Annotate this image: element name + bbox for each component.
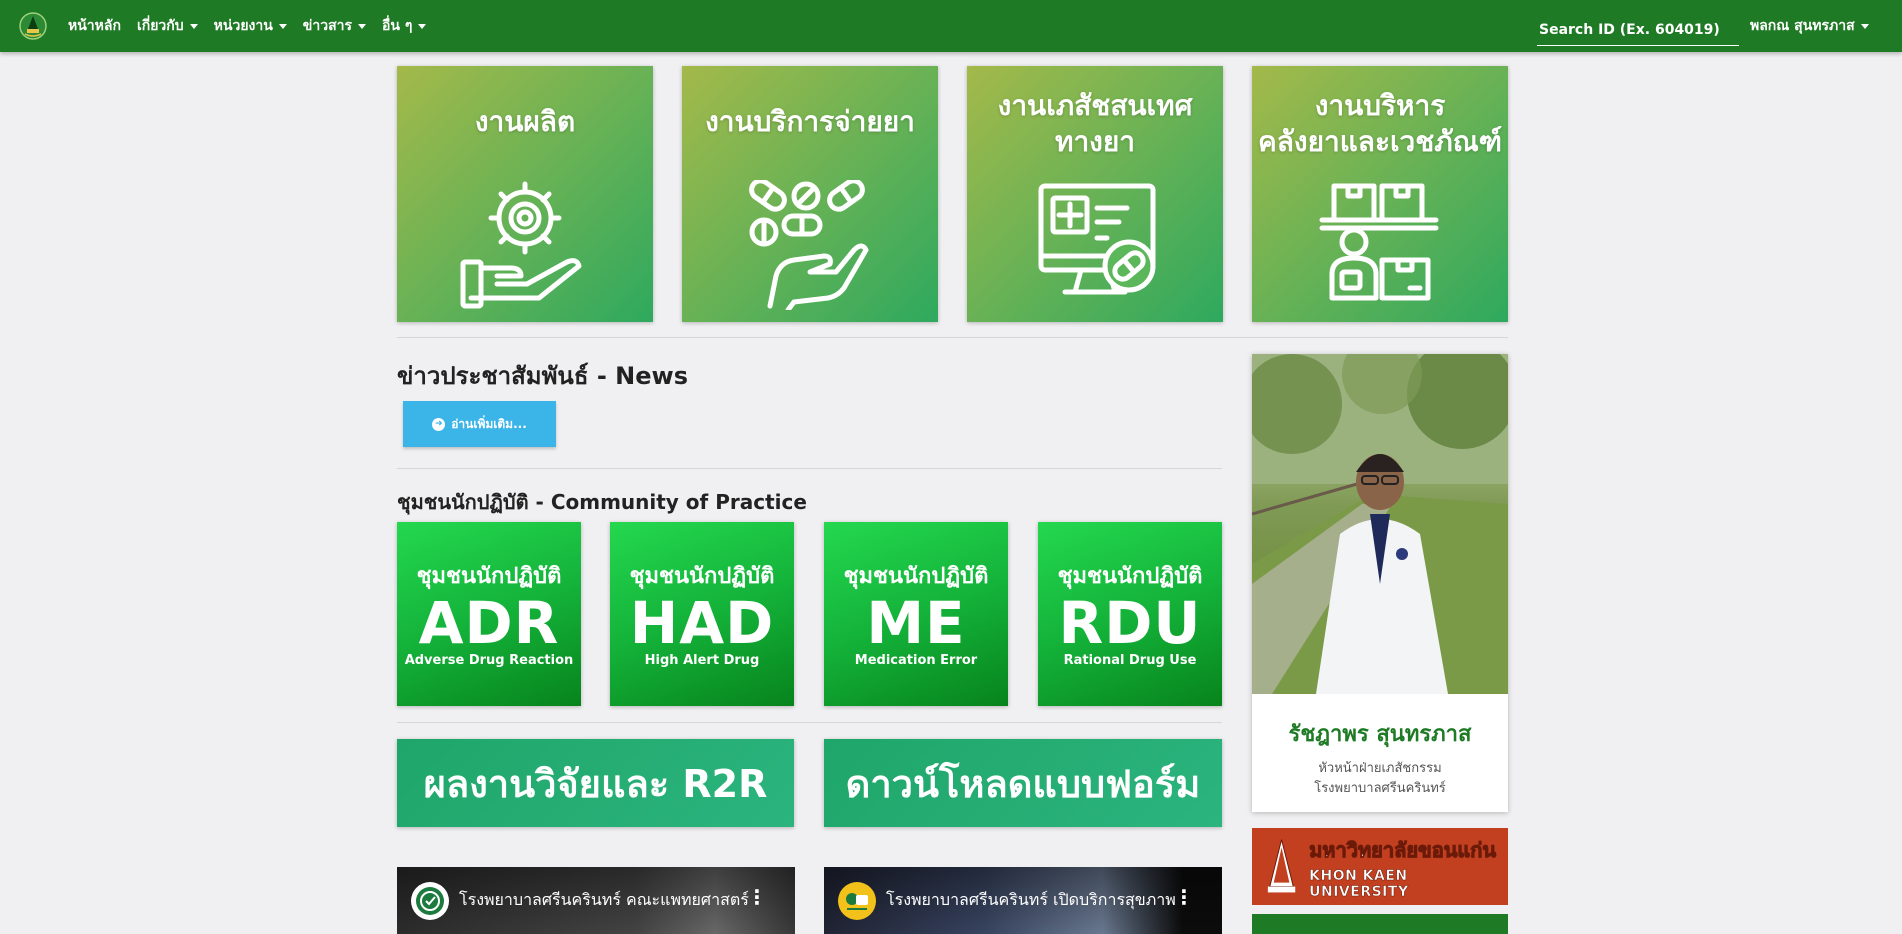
cop-tile-me[interactable]: ชุมชนนักปฏิบัติ ME Medication Error xyxy=(824,522,1008,706)
profile-card: รัชฎาพร สุนทรภาส หัวหน้าฝ่ายเภสัชกรรม โร… xyxy=(1252,354,1508,812)
research-r2r-banner[interactable]: ผลงานวิจัยและ R2R xyxy=(397,739,794,827)
dept-title: งานบริการจ่ายยา xyxy=(705,105,915,138)
hospital-emblem-icon[interactable] xyxy=(16,9,50,43)
hospital-logo-icon[interactable] xyxy=(411,881,449,920)
kku-banner[interactable]: มหาวิทยาลัยขอนแก่น KHON KAEN UNIVERSITY xyxy=(1252,828,1508,905)
profile-name: รัชฎาพร สุนทรภาส xyxy=(1288,722,1472,747)
divider xyxy=(397,468,1222,469)
kku-english-name: KHON KAEN UNIVERSITY xyxy=(1309,867,1409,900)
cop-top-label: ชุมชนนักปฏิบัติ xyxy=(1057,564,1203,589)
kku-text: มหาวิทยาลัยขอนแก่น KHON KAEN UNIVERSITY xyxy=(1309,834,1508,900)
dept-tile-dispensing[interactable]: งานบริการจ่ายยา xyxy=(682,66,938,322)
chevron-down-icon xyxy=(418,23,427,29)
read-more-label: อ่านเพิ่มเติม... xyxy=(451,416,527,431)
kku-emblem-icon xyxy=(1267,838,1296,892)
dept-title-line2: ทางยา xyxy=(1055,125,1135,158)
channel-avatar-icon[interactable] xyxy=(838,881,876,920)
divider xyxy=(397,722,1222,723)
dept-title-line1: งานบริหาร xyxy=(1314,89,1446,122)
nav-home[interactable]: หน้าหลัก xyxy=(68,15,121,37)
profile-role: หัวหน้าฝ่ายเภสัชกรรม โรงพยาบาลศรีนครินทร… xyxy=(1252,759,1508,799)
chevron-down-icon xyxy=(189,23,198,29)
nav-about[interactable]: เกี่ยวกับ xyxy=(137,15,198,37)
nav-units-label: หน่วยงาน xyxy=(213,18,273,34)
nav-units[interactable]: หน่วยงาน xyxy=(214,15,287,37)
nav-news-label: ข่าวสาร xyxy=(302,18,353,34)
search-input[interactable] xyxy=(1537,14,1739,46)
dept-title-line2: คลังยาและเวชภัณฑ์ xyxy=(1258,125,1502,158)
cop-code: HAD xyxy=(629,589,775,657)
cop-subtitle: Adverse Drug Reaction xyxy=(404,653,574,668)
dept-title: งานผลิต xyxy=(474,105,576,138)
video-title[interactable]: โรงพยาบาลศรีนครินทร์ คณะแพทยศาสตร์ xyxy=(459,888,759,913)
divider xyxy=(397,337,1508,338)
top-navbar: หน้าหลัก เกี่ยวกับ หน่วยงาน ข่าวสาร อื่น… xyxy=(0,0,1902,52)
kku-thai-name: มหาวิทยาลัยขอนแก่น xyxy=(1309,837,1497,862)
nav-home-label: หน้าหลัก xyxy=(68,18,121,34)
profile-photo xyxy=(1252,354,1508,694)
arrow-right-circle-icon: ➜ xyxy=(432,417,446,431)
cop-top-label: ชุมชนนักปฏิบัติ xyxy=(629,564,775,589)
nav-news[interactable]: ข่าวสาร xyxy=(302,15,367,37)
profile-role-line1: หัวหน้าฝ่ายเภสัชกรรม xyxy=(1318,761,1442,776)
video-embed[interactable]: โรงพยาบาลศรีนครินทร์ เปิดบริการสุขภาพ ⋮ xyxy=(824,867,1222,934)
more-options-icon[interactable]: ⋮ xyxy=(747,885,767,909)
partner-banner[interactable] xyxy=(1252,914,1508,934)
dept-title: งานเภสัชสนเทศ ทางยา xyxy=(998,88,1193,160)
dept-tile-drug-information[interactable]: งานเภสัชสนเทศ ทางยา xyxy=(967,66,1223,322)
research-banner-label: ผลงานวิจัยและ R2R xyxy=(423,761,768,806)
gear-hand-icon xyxy=(460,181,582,309)
community-section-title: ชุมชนนักปฏิบัติ - Community of Practice xyxy=(397,490,807,514)
medical-computer-icon xyxy=(1038,183,1156,295)
dept-title: งานบริหาร คลังยาและเวชภัณฑ์ xyxy=(1258,88,1502,160)
nav-about-label: เกี่ยวกับ xyxy=(136,18,184,34)
video-title[interactable]: โรงพยาบาลศรีนครินทร์ เปิดบริการสุขภาพ xyxy=(886,888,1186,913)
download-forms-banner[interactable]: ดาวน์โหลดแบบฟอร์ม xyxy=(824,739,1222,827)
warehouse-worker-icon xyxy=(1319,183,1439,301)
cop-tile-rdu[interactable]: ชุมชนนักปฏิบัติ RDU Rational Drug Use xyxy=(1038,522,1222,706)
more-options-icon[interactable]: ⋮ xyxy=(1174,885,1194,909)
profile-role-line2: โรงพยาบาลศรีนครินทร์ xyxy=(1314,781,1446,796)
cop-tile-adr[interactable]: ชุมชนนักปฏิบัติ ADR Adverse Drug Reactio… xyxy=(397,522,581,706)
video-embed[interactable]: โรงพยาบาลศรีนครินทร์ คณะแพทยศาสตร์ ⋮ xyxy=(397,867,795,934)
nav-others[interactable]: อื่น ๆ xyxy=(382,15,427,37)
pills-hand-icon xyxy=(749,180,869,310)
chevron-down-icon xyxy=(358,23,367,29)
cop-top-label: ชุมชนนักปฏิบัติ xyxy=(843,564,989,589)
chevron-down-icon xyxy=(278,23,287,29)
user-name: พลกณ สุนทรภาส xyxy=(1750,18,1855,34)
cop-code: ADR xyxy=(418,589,560,657)
read-more-button[interactable]: ➜ อ่านเพิ่มเติม... xyxy=(403,401,556,447)
cop-subtitle: Medication Error xyxy=(854,653,978,668)
dept-tile-warehouse[interactable]: งานบริหาร คลังยาและเวชภัณฑ์ xyxy=(1252,66,1508,322)
cop-subtitle: Rational Drug Use xyxy=(1063,653,1197,668)
nav-others-label: อื่น ๆ xyxy=(382,18,413,34)
dept-tile-production[interactable]: งานผลิต xyxy=(397,66,653,322)
news-section-title: ข่าวประชาสัมพันธ์ - News xyxy=(397,362,688,390)
dept-title-line1: งานเภสัชสนเทศ xyxy=(997,89,1193,122)
user-menu[interactable]: พลกณ สุนทรภาส xyxy=(1750,15,1869,37)
cop-code: RDU xyxy=(1058,589,1202,657)
chevron-down-icon xyxy=(1860,23,1869,29)
video-header: โรงพยาบาลศรีนครินทร์ คณะแพทยศาสตร์ xyxy=(397,867,795,934)
cop-top-label: ชุมชนนักปฏิบัติ xyxy=(416,564,562,589)
video-header: โรงพยาบาลศรีนครินทร์ เปิดบริการสุขภาพ xyxy=(824,867,1222,934)
cop-tile-had[interactable]: ชุมชนนักปฏิบัติ HAD High Alert Drug xyxy=(610,522,794,706)
cop-code: ME xyxy=(866,589,966,657)
download-banner-label: ดาวน์โหลดแบบฟอร์ม xyxy=(845,761,1201,806)
